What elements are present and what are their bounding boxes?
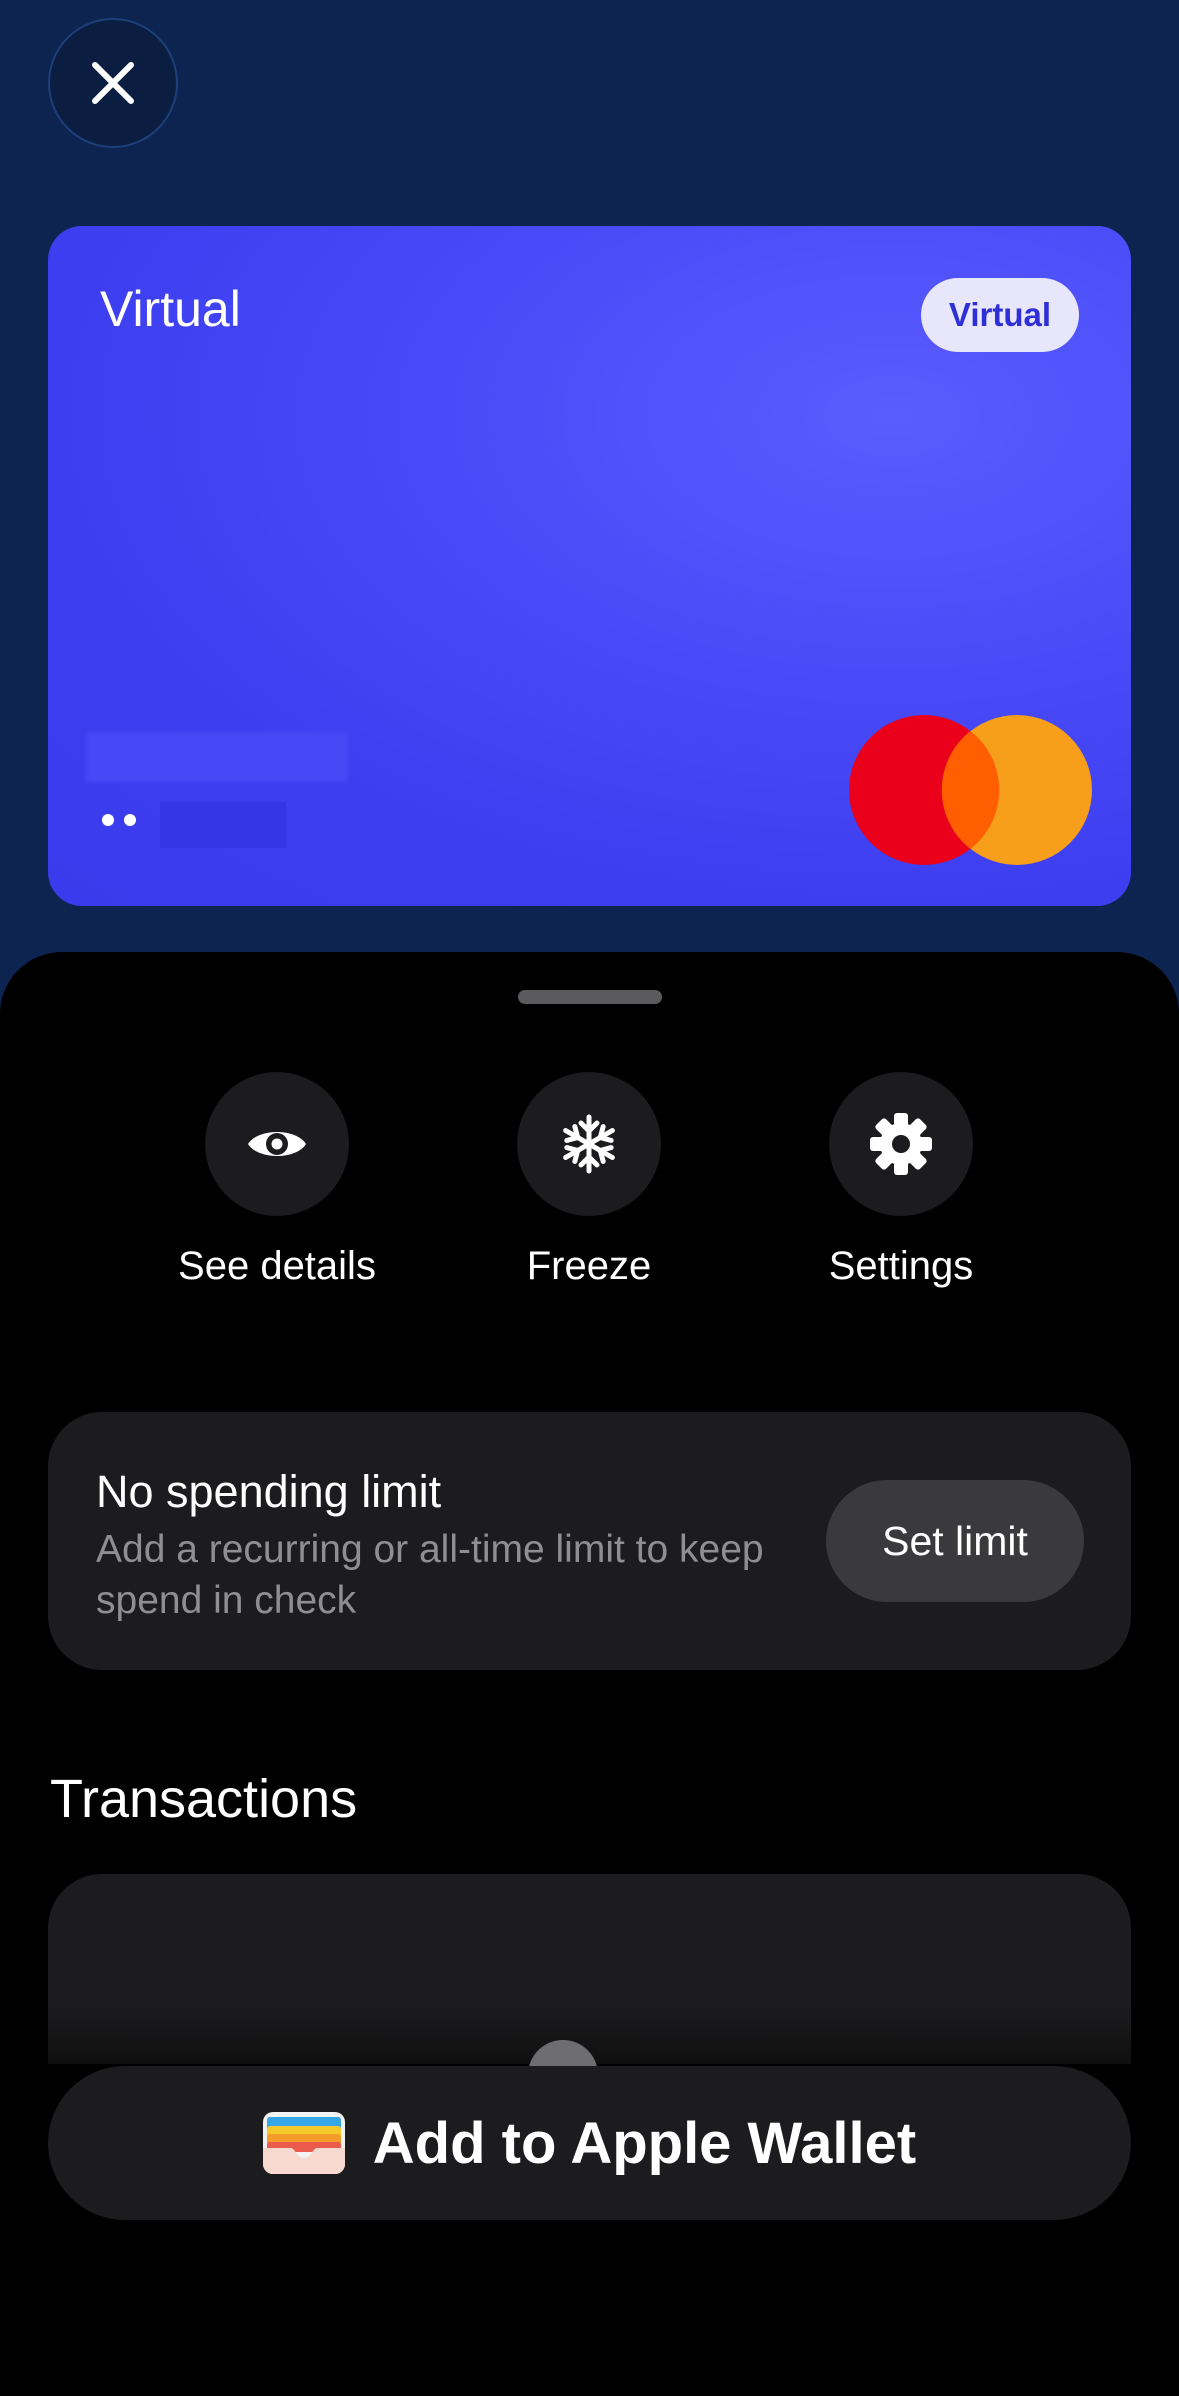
card-title: Virtual	[100, 281, 241, 337]
redacted-card-number	[160, 802, 286, 848]
close-icon	[92, 62, 134, 104]
freeze-icon-circle[interactable]	[517, 1072, 661, 1216]
set-limit-button[interactable]: Set limit	[826, 1480, 1084, 1602]
redacted-cardholder	[86, 732, 348, 782]
transactions-heading: Transactions	[50, 1769, 358, 1829]
freeze-label: Freeze	[526, 1244, 652, 1288]
virtual-card[interactable]: Virtual Virtual	[48, 226, 1131, 906]
freeze-button[interactable]: Freeze	[439, 1072, 739, 1289]
transactions-list[interactable]	[48, 1874, 1131, 2064]
snowflake-icon	[563, 1114, 615, 1174]
spending-limit-description: Add a recurring or all-time limit to kee…	[96, 1528, 764, 1622]
apple-wallet-icon	[262, 2112, 345, 2174]
see-details-label: See details	[178, 1244, 376, 1288]
settings-button[interactable]: Settings	[751, 1072, 1051, 1289]
gear-icon	[870, 1113, 932, 1175]
sheet-drag-handle[interactable]	[518, 990, 662, 1004]
spending-limit-title: No spending limit	[96, 1466, 442, 1517]
mastercard-logo	[849, 715, 1092, 865]
add-to-apple-wallet-label: Add to Apple Wallet	[372, 2110, 917, 2176]
spending-limit-card: No spending limit Add a recurring or all…	[48, 1412, 1131, 1670]
eye-icon	[248, 1132, 306, 1156]
settings-label: Settings	[828, 1244, 974, 1288]
close-button[interactable]	[48, 18, 178, 148]
see-details-icon-circle[interactable]	[205, 1072, 349, 1216]
masked-number-dots	[102, 814, 136, 826]
see-details-button[interactable]: See details	[127, 1072, 427, 1289]
add-to-apple-wallet-button[interactable]: Add to Apple Wallet	[48, 2066, 1131, 2220]
card-type-badge: Virtual	[920, 278, 1079, 352]
settings-icon-circle[interactable]	[829, 1072, 973, 1216]
